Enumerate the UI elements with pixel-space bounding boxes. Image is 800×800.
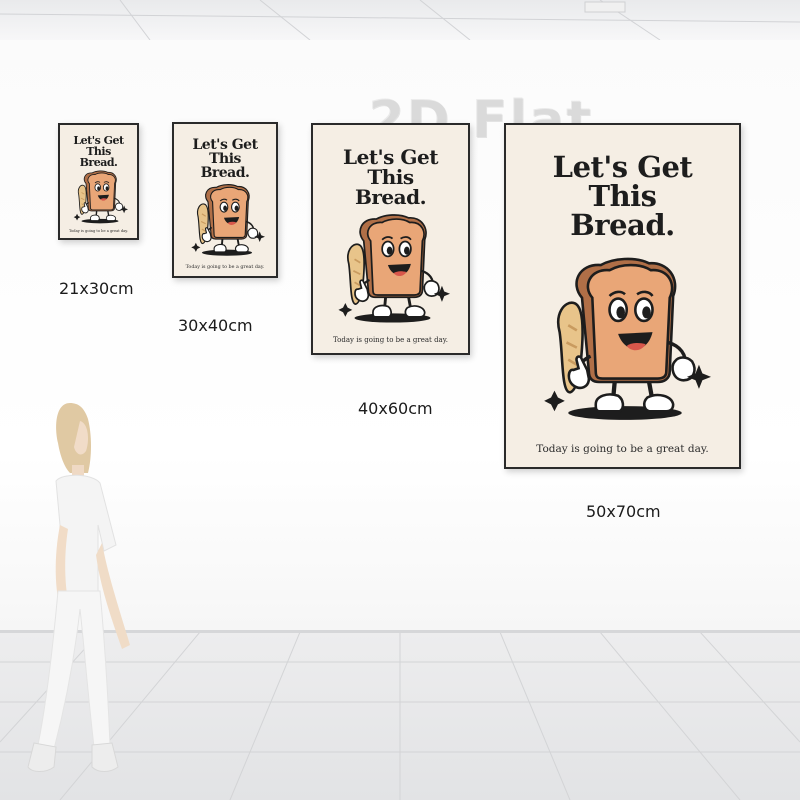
poster-50x70: Let's Get This Bread. Today is going to …: [504, 123, 741, 469]
poster-title-line-1: Let's Get: [343, 145, 438, 169]
poster-title-line-2: This: [209, 151, 241, 167]
woman-walking-figure: [27, 403, 130, 772]
poster-title-line-3: Bread.: [79, 156, 118, 169]
poster-30x40: Let's Get This Bread. Today is going to …: [172, 122, 278, 278]
size-label-50x70: 50x70cm: [586, 502, 661, 521]
ceiling-grid: [0, 0, 800, 40]
poster-tagline: Today is going to be a great day.: [185, 265, 265, 270]
poster-title-line-3: Bread.: [570, 208, 675, 242]
bread-mascot-illustration: [544, 257, 711, 420]
poster-40x60: Let's Get This Bread. Today is going to …: [311, 123, 470, 355]
bread-mascot-illustration: [191, 184, 265, 256]
poster-tagline: Today is going to be a great day.: [536, 443, 709, 455]
ceiling: [0, 0, 800, 40]
poster-title: Let's Get This Bread.: [60, 135, 137, 168]
poster-title-line-3: Bread.: [354, 185, 427, 209]
poster-21x30: Let's Get This Bread. Today is going to …: [58, 123, 139, 240]
bread-mascot-illustration: [338, 214, 450, 323]
size-label-40x60: 40x60cm: [358, 399, 433, 418]
poster-title: Let's Get This Bread.: [313, 147, 468, 207]
poster-title-line-2: This: [367, 165, 414, 189]
size-label-21x30: 21x30cm: [59, 279, 134, 298]
poster-title: Let's Get This Bread.: [506, 153, 739, 240]
poster-title-line-1: Let's Get: [552, 150, 693, 184]
poster-title-line-3: Bread.: [200, 165, 250, 181]
poster-title-line-2: This: [588, 179, 657, 213]
poster-title-line-1: Let's Get: [192, 137, 258, 153]
size-label-30x40: 30x40cm: [178, 316, 253, 335]
bread-mascot-illustration: [73, 170, 128, 224]
poster-tagline: Today is going to be a great day.: [68, 229, 129, 233]
poster-tagline: Today is going to be a great day.: [333, 336, 448, 344]
poster-title: Let's Get This Bread.: [174, 138, 276, 180]
